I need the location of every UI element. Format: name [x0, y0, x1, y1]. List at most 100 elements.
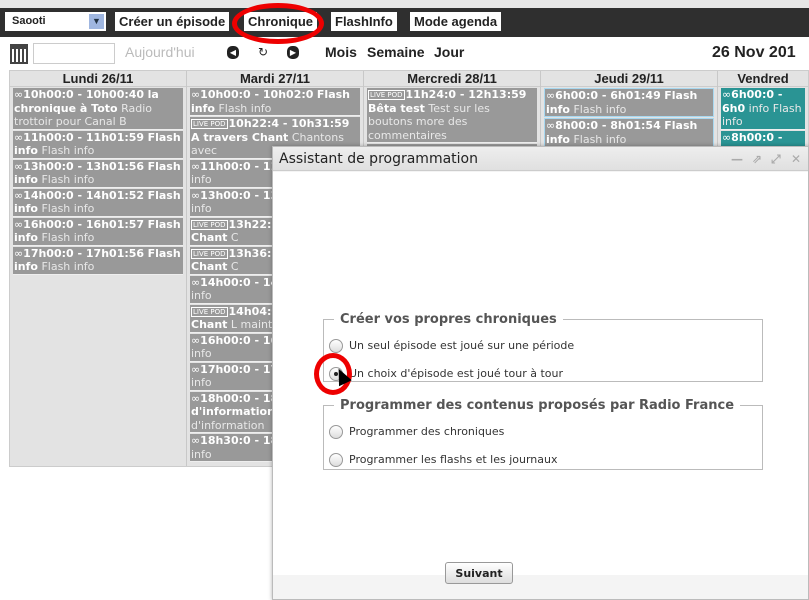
close-icon[interactable]: ✕ [791, 152, 801, 166]
day-view-button[interactable]: Jour [434, 44, 464, 60]
event-description: C [230, 260, 239, 273]
event-description: Flash info [218, 101, 272, 115]
event-time: 18h00:0 - 18 [200, 391, 279, 405]
event-time: 6h00:0 - 6h01:49 [555, 89, 661, 102]
day-header: Jeudi 29/11 [541, 71, 717, 87]
event-time: 13h00:0 - 13 [200, 188, 279, 202]
calendar-event[interactable]: ∞10h00:0 - 10h00:40 la chronique à Toto … [13, 88, 183, 130]
option-label: Un seul épisode est joué sur une période [349, 339, 575, 352]
event-time: 10h00:0 - 10h02:0 [200, 88, 314, 101]
calendar-event[interactable]: ∞6h00:0 - 6h0 info Flash info [721, 88, 805, 130]
next-button[interactable]: Suivant [445, 562, 513, 584]
radio-option-single-episode[interactable]: Un seul épisode est joué sur une période [329, 339, 574, 353]
radio-france-group: Programmer des contenus proposés par Rad… [323, 398, 763, 470]
calendar-event[interactable]: ∞8h00:0 - 8h01:54 Flash info Flash info [544, 118, 714, 147]
infinity-icon: ∞ [14, 246, 24, 260]
programming-assistant-dialog: Assistant de programmation — ⇗ ⤢ ✕ Créer… [272, 146, 809, 600]
calendar-event[interactable]: ∞11h00:0 - 11h01:59 Flash info Flash inf… [13, 130, 183, 159]
calendar-event[interactable]: ∞13h00:0 - 13h01:56 Flash info Flash inf… [13, 159, 183, 188]
infinity-icon: ∞ [191, 275, 201, 289]
chevron-down-icon[interactable]: ▼ [89, 14, 104, 29]
event-time: 18h30:0 - 18 [200, 434, 279, 447]
calendar-event[interactable]: ∞16h00:0 - 16h01:57 Flash info Flash inf… [13, 217, 183, 246]
radio-option-rotating-episode[interactable]: Un choix d'épisode est joué tour à tour [329, 367, 563, 381]
radio-option-chronicles[interactable]: Programmer des chroniques [329, 425, 504, 439]
event-description: C [230, 231, 239, 244]
minimize-icon[interactable]: — [731, 152, 743, 166]
event-time: 8h00:0 - 8h01:54 [555, 119, 661, 132]
calendar-event[interactable]: ∞10h00:0 - 10h02:0 Flash info Flash info [190, 88, 360, 116]
next-icon[interactable]: ▶ [287, 46, 299, 59]
radio-button[interactable] [329, 453, 343, 467]
calendar-event[interactable]: ∞14h00:0 - 14h01:52 Flash info Flash inf… [13, 188, 183, 217]
event-time: 14h00:0 - 14 [200, 275, 279, 289]
infinity-icon: ∞ [722, 130, 732, 144]
radio-button[interactable] [329, 339, 343, 353]
infinity-icon: ∞ [191, 333, 201, 347]
infinity-icon: ∞ [191, 362, 201, 376]
event-description: Flash info [41, 202, 95, 215]
event-description: Flash info [573, 132, 627, 146]
infinity-icon: ∞ [191, 434, 201, 447]
station-select[interactable]: Saooti ▼ [5, 12, 106, 31]
dialog-body: Créer vos propres chroniques Un seul épi… [273, 172, 808, 584]
event-time: 16h00:0 - 16h01:57 [23, 217, 145, 231]
day-column: Lundi 26/11 ∞10h00:0 - 10h00:40 la chroni… [10, 71, 187, 466]
infinity-icon: ∞ [191, 159, 201, 173]
event-time: 16h00:0 - 16 [200, 333, 279, 347]
live-pod-icon: LIVE POD [191, 306, 228, 317]
live-pod-icon: LIVE POD [191, 248, 228, 259]
maximize-icon[interactable]: ⤢ [771, 152, 781, 167]
flashinfo-button[interactable]: FlashInfo [331, 12, 397, 31]
prev-icon[interactable]: ◀ [227, 46, 239, 59]
radio-button[interactable] [329, 425, 343, 439]
event-description: Flash info [41, 231, 95, 244]
group-legend: Créer vos propres chroniques [340, 312, 557, 327]
infinity-icon: ∞ [14, 159, 24, 173]
calendar-icon[interactable] [10, 44, 28, 64]
day-header: Lundi 26/11 [10, 71, 186, 87]
current-date: 26 Nov 201 [712, 44, 796, 61]
radio-option-flashes[interactable]: Programmer les flashs et les journaux [329, 453, 557, 467]
create-episode-button[interactable]: Créer un épisode [115, 12, 230, 31]
week-view-button[interactable]: Semaine [367, 44, 425, 60]
calendar-event[interactable]: ∞17h00:0 - 17h01:56 Flash info Flash inf… [13, 246, 183, 275]
event-time: 11h00:0 - 11 [200, 159, 279, 173]
highlight-circle [232, 3, 324, 44]
event-time: 17h00:0 - 17 [200, 362, 279, 376]
date-input[interactable] [33, 43, 115, 64]
live-pod-icon: LIVE POD [191, 119, 228, 129]
infinity-icon: ∞ [191, 188, 201, 202]
top-bar: Saooti ▼ Créer un épisode Chronique Flash… [0, 8, 809, 37]
event-title: d'information [191, 405, 275, 418]
agenda-mode-button[interactable]: Mode agenda [410, 12, 502, 31]
event-time: 14h00:0 - 14h01:52 [23, 188, 145, 202]
option-label: Un choix d'épisode est joué tour à tour [349, 367, 563, 380]
event-time: 10h22:4 - 10h31:59 [228, 117, 350, 130]
infinity-icon: ∞ [546, 119, 556, 132]
infinity-icon: ∞ [14, 188, 24, 202]
calendar-event[interactable]: LIVE POD 11h24:0 - 12h13:59 Bêta test Tes… [367, 88, 537, 143]
event-time: 11h24:0 - 12h13:59 [405, 88, 527, 101]
day-header: Vendred [718, 71, 808, 87]
event-title: Bêta test [368, 101, 425, 115]
infinity-icon: ∞ [191, 391, 201, 405]
today-button[interactable]: Aujourd'hui [125, 44, 195, 60]
infinity-icon: ∞ [14, 217, 24, 231]
event-description: Flash info [41, 260, 95, 273]
infinity-icon: ∞ [722, 88, 732, 101]
calendar-event[interactable]: ∞6h00:0 - 6h01:49 Flash info Flash info [544, 88, 714, 117]
live-pod-icon: LIVE POD [368, 90, 405, 100]
popout-icon[interactable]: ⇗ [752, 152, 762, 166]
top-strip [0, 0, 809, 8]
event-title: A travers Chant [191, 130, 289, 144]
day-header: Mercredi 28/11 [364, 71, 540, 87]
month-view-button[interactable]: Mois [325, 44, 357, 60]
refresh-icon[interactable]: ↻ [257, 46, 269, 59]
group-legend: Programmer des contenus proposés par Rad… [340, 398, 735, 413]
event-time: 11h00:0 - 11h01:59 [23, 130, 145, 144]
own-chronicles-group: Créer vos propres chroniques Un seul épi… [323, 312, 763, 382]
select-value: Saooti [12, 15, 46, 27]
event-description: Flash info [41, 173, 95, 186]
infinity-icon: ∞ [14, 130, 24, 144]
